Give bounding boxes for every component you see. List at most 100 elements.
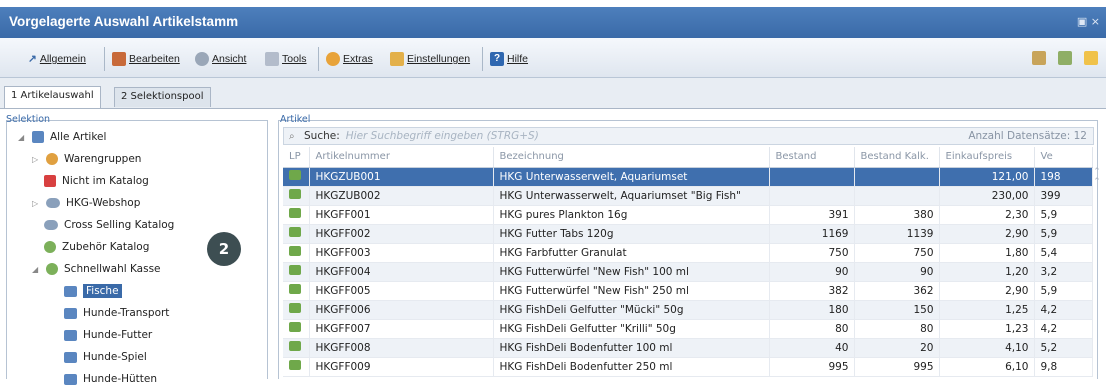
- status-icon: [289, 265, 301, 275]
- table-row[interactable]: HKGFF008 HKG FishDeli Bodenfutter 100 ml…: [283, 338, 1093, 358]
- table-row[interactable]: HKGFF003 HKG Farbfutter Granulat 750 750…: [283, 243, 1093, 263]
- ve-cell: 5,4: [1034, 243, 1093, 263]
- artikelnummer-cell: HKGZUB001: [309, 167, 494, 187]
- lp-cell: [283, 167, 310, 187]
- artikelnummer-cell: HKGFF009: [309, 357, 494, 377]
- ve-cell: 9,8: [1034, 357, 1093, 377]
- table-row[interactable]: HKGFF006 HKG FishDeli Gelfutter "Mücki" …: [283, 300, 1093, 320]
- column-header-artikelnummer[interactable]: Artikelnummer: [309, 147, 494, 168]
- ve-cell: 198: [1034, 167, 1093, 187]
- tree-item-hunde-huetten[interactable]: Hunde-Hütten: [64, 369, 157, 389]
- menu-allgemein[interactable]: ↗ Allgemein: [28, 50, 86, 68]
- tree-item-hunde-futter[interactable]: Hunde-Futter: [64, 325, 152, 345]
- collapsed-icon[interactable]: ▷: [32, 199, 40, 208]
- search-label: Suche:: [304, 130, 340, 142]
- tree-item-nicht-im-katalog[interactable]: Nicht im Katalog: [44, 171, 149, 191]
- status-icon: [289, 189, 301, 199]
- tree-item-hunde-spiel[interactable]: Hunde-Spiel: [64, 347, 147, 367]
- menu-tools-label: Tools: [282, 53, 307, 65]
- status-icon: [289, 208, 301, 218]
- ve-cell: 5,2: [1034, 338, 1093, 358]
- table-row[interactable]: HKGFF002 HKG Futter Tabs 120g 1169 1139 …: [283, 224, 1093, 244]
- tree-item-alle-artikel[interactable]: ◢ Alle Artikel: [18, 127, 106, 147]
- tree-item-zubehoer[interactable]: Zubehör Katalog: [44, 237, 149, 257]
- table-row[interactable]: HKGFF001 HKG pures Plankton 16g 391 380 …: [283, 205, 1093, 225]
- artikelnummer-cell: HKGZUB002: [309, 186, 494, 206]
- tab-bar: 1 Artikelauswahl 2 Selektionspool: [0, 78, 1106, 108]
- expand-icon[interactable]: ◢: [18, 133, 26, 142]
- bestand-cell: 382: [769, 281, 855, 301]
- einkaufspreis-cell: 1,80: [939, 243, 1035, 263]
- tree-item-cross-selling[interactable]: Cross Selling Katalog: [44, 215, 174, 235]
- document-icon[interactable]: [1084, 51, 1098, 65]
- artikelnummer-cell: HKGFF006: [309, 300, 494, 320]
- selection-header: Selektion: [6, 114, 51, 125]
- lp-cell: [283, 300, 310, 320]
- bestand-kalk-cell: 750: [854, 243, 940, 263]
- column-header-lp[interactable]: LP: [283, 147, 310, 168]
- grid-icon[interactable]: [1032, 51, 1046, 65]
- tree-item-hunde-transport[interactable]: Hunde-Transport: [64, 303, 169, 323]
- expand-icon[interactable]: ◢: [32, 265, 40, 274]
- grid-export-icon[interactable]: [1058, 51, 1072, 65]
- search-bar[interactable]: ⌕ Suche: Hier Suchbegriff eingeben (STRG…: [283, 127, 1094, 145]
- menu-ansicht[interactable]: Ansicht: [195, 50, 246, 68]
- callout-badge: 2: [207, 232, 241, 266]
- artikelnummer-cell: HKGFF001: [309, 205, 494, 225]
- bestand-kalk-cell: [854, 186, 940, 206]
- tree-item-fische[interactable]: Fische: [64, 281, 122, 301]
- artikelnummer-cell: HKGFF008: [309, 338, 494, 358]
- tree-item-label: Hunde-Futter: [83, 329, 153, 341]
- menu-einstellungen[interactable]: Einstellungen: [390, 50, 470, 68]
- menu-hilfe[interactable]: ? Hilfe: [490, 50, 528, 68]
- column-header-einkaufspreis[interactable]: Einkaufspreis: [939, 147, 1035, 168]
- menu-hilfe-label: Hilfe: [507, 53, 529, 65]
- column-header-bestand-kalk[interactable]: Bestand Kalk.: [854, 147, 940, 168]
- table-row[interactable]: HKGFF005 HKG Futterwürfel "New Fish" 250…: [283, 281, 1093, 301]
- table-row[interactable]: HKGZUB001 HKG Unterwasserwelt, Aquariums…: [283, 167, 1093, 187]
- toolbar: ↗ Allgemein Bearbeiten Ansicht Tools Ext…: [0, 38, 1106, 78]
- bestand-kalk-cell: 90: [854, 262, 940, 282]
- menu-bearbeiten[interactable]: Bearbeiten: [112, 50, 180, 68]
- record-count: Anzahl Datensätze: 12: [968, 130, 1087, 142]
- folder-icon: [64, 307, 77, 319]
- table-row[interactable]: HKGFF007 HKG FishDeli Gelfutter "Krilli"…: [283, 319, 1093, 339]
- einkaufspreis-cell: 1,25: [939, 300, 1035, 320]
- tree-item-hkg-webshop[interactable]: ▷ HKG-Webshop: [32, 193, 140, 213]
- tree-item-label: Hunde-Hütten: [83, 373, 158, 385]
- einkaufspreis-cell: 121,00: [939, 167, 1035, 187]
- article-table: LP Artikelnummer Bezeichnung Bestand Bes…: [283, 147, 1093, 377]
- column-header-bezeichnung[interactable]: Bezeichnung: [493, 147, 770, 168]
- einkaufspreis-cell: 2,30: [939, 205, 1035, 225]
- table-header-row: LP Artikelnummer Bezeichnung Bestand Bes…: [283, 147, 1093, 168]
- ve-cell: 399: [1034, 186, 1093, 206]
- tab-selektionspool[interactable]: 2 Selektionspool: [114, 87, 211, 107]
- menu-extras-label: Extras: [343, 53, 373, 65]
- tab-artikelauswahl[interactable]: 1 Artikelauswahl: [4, 86, 101, 108]
- tree-item-schnellwahl-kasse[interactable]: ◢ Schnellwahl Kasse: [32, 259, 161, 279]
- bestand-cell: 40: [769, 338, 855, 358]
- table-row[interactable]: HKGFF009 HKG FishDeli Bodenfutter 250 ml…: [283, 357, 1093, 377]
- scroll-arrows[interactable]: ⌃ ⌃: [1091, 167, 1103, 207]
- table-row[interactable]: HKGZUB002 HKG Unterwasserwelt, Aquariums…: [283, 186, 1093, 206]
- settings-icon: [390, 52, 404, 66]
- bestand-kalk-cell: 995: [854, 357, 940, 377]
- column-header-ve[interactable]: Ve: [1034, 147, 1093, 168]
- lp-cell: [283, 281, 310, 301]
- column-header-bestand[interactable]: Bestand: [769, 147, 855, 168]
- menu-tools[interactable]: Tools: [265, 50, 307, 68]
- menu-extras[interactable]: Extras: [326, 50, 373, 68]
- arrow-icon: ↗: [28, 53, 37, 65]
- bezeichnung-cell: HKG FishDeli Gelfutter "Mücki" 50g: [493, 300, 770, 320]
- search-input[interactable]: Hier Suchbegriff eingeben (STRG+S): [346, 130, 539, 142]
- status-icon: [289, 360, 301, 370]
- table-row[interactable]: HKGFF004 HKG Futterwürfel "New Fish" 100…: [283, 262, 1093, 282]
- tree-item-warengruppen[interactable]: ▷ Warengruppen: [32, 149, 141, 169]
- ve-cell: 5,9: [1034, 281, 1093, 301]
- bestand-cell: 750: [769, 243, 855, 263]
- extras-icon: [326, 52, 340, 66]
- tree-item-label: Cross Selling Katalog: [64, 219, 175, 231]
- collapsed-icon[interactable]: ▷: [32, 155, 40, 164]
- bezeichnung-cell: HKG Futterwürfel "New Fish" 100 ml: [493, 262, 770, 282]
- window-controls[interactable]: ▣ ×: [1077, 15, 1100, 28]
